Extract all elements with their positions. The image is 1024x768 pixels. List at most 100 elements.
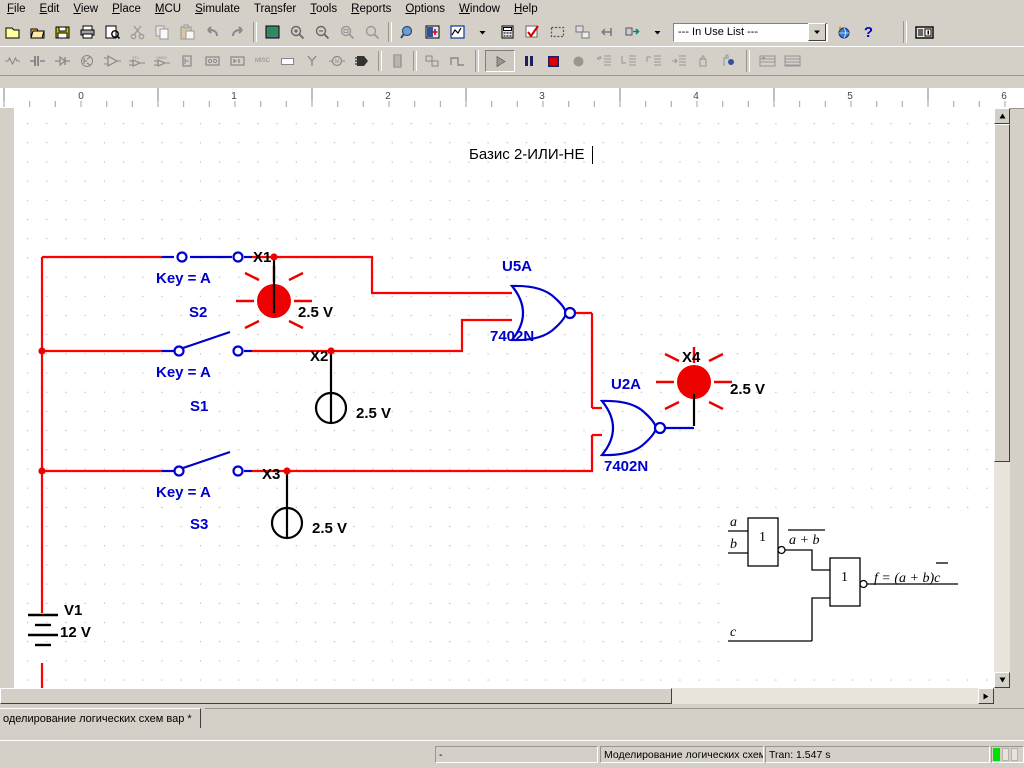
place-hierarchy-button[interactable] — [386, 50, 409, 72]
place-step-signal-button[interactable] — [446, 50, 469, 72]
scroll-up-button[interactable] — [994, 108, 1010, 124]
back-annotate-button[interactable] — [571, 21, 594, 43]
memory-view-button[interactable] — [913, 21, 936, 43]
place-rf-button[interactable] — [301, 50, 324, 72]
new-file-button[interactable] — [1, 21, 24, 43]
zoom-area-button[interactable] — [336, 21, 359, 43]
run-to-cursor-button[interactable] — [667, 50, 690, 72]
print-button[interactable] — [76, 21, 99, 43]
tab-label: оделирование логических схем вар * — [3, 713, 192, 725]
globe-button[interactable] — [832, 21, 855, 43]
menu-item-tools[interactable]: Tools — [303, 2, 344, 16]
paste-button[interactable] — [176, 21, 199, 43]
find-button[interactable] — [396, 21, 419, 43]
in-use-list-combo[interactable]: --- In Use List --- — [673, 23, 828, 42]
erc-button[interactable] — [521, 21, 544, 43]
toggle-breakpoint-button[interactable] — [717, 50, 740, 72]
place-bus-button[interactable] — [421, 50, 444, 72]
step-into-button[interactable] — [592, 50, 615, 72]
memory-window-button[interactable] — [781, 50, 804, 72]
place-diode-button[interactable] — [51, 50, 74, 72]
place-source-button[interactable] — [1, 50, 24, 72]
horizontal-scrollbar[interactable] — [0, 688, 994, 704]
hscroll-thumb[interactable] — [0, 688, 672, 704]
vertical-scrollbar[interactable] — [994, 108, 1010, 688]
zoom-out-button[interactable] — [311, 21, 334, 43]
full-screen-button[interactable] — [261, 21, 284, 43]
place-transistor-button[interactable] — [76, 50, 99, 72]
open-file-button[interactable] — [26, 21, 49, 43]
zoom-fit-button[interactable] — [361, 21, 384, 43]
grapher-dropdown-arrow[interactable] — [471, 21, 494, 43]
menu-item-reports[interactable]: Reports — [344, 2, 398, 16]
zoom-in-button[interactable] — [286, 21, 309, 43]
place-misc-button[interactable] — [276, 50, 299, 72]
place-misc-digital-button[interactable] — [176, 50, 199, 72]
cut-button[interactable] — [126, 21, 149, 43]
pause-simulation-button[interactable] — [517, 50, 540, 72]
inset-diagram-svg: a b c a + b f = (a + b)c 1 1 — [720, 510, 994, 672]
schematic-canvas[interactable]: X1 2.5 V S2 Key = A X2 2.5 V S1 Key = A … — [14, 108, 994, 688]
menu-item-view[interactable]: View — [66, 2, 105, 16]
pause-at-button[interactable] — [692, 50, 715, 72]
toolbar-separator-6 — [475, 50, 479, 72]
capture-area-button[interactable] — [546, 21, 569, 43]
menu-item-transfer[interactable]: Transfer — [247, 2, 303, 16]
tab-strip-background — [205, 708, 1024, 729]
inset-output: f = (a + b)c — [874, 571, 941, 586]
status-left-text: - — [439, 749, 443, 761]
place-electromechanical-button[interactable]: M — [326, 50, 349, 72]
status-document-field: Моделирование логических схем в — [600, 746, 764, 763]
menu-item-simulate[interactable]: Simulate — [188, 2, 247, 16]
menu-item-file[interactable]: File — [0, 2, 33, 16]
place-mcu-button[interactable] — [351, 50, 374, 72]
main-toolbar: --- In Use List --- ? — [0, 18, 1024, 47]
grapher-button[interactable] — [446, 21, 469, 43]
in-use-dropdown-arrow[interactable] — [646, 21, 669, 43]
toolbar-separator-2 — [388, 22, 392, 42]
schematic-title-text[interactable]: Базис 2-ИЛИ-НЕ — [469, 146, 585, 163]
label-X1: X1 — [253, 249, 271, 266]
step-out-button[interactable] — [642, 50, 665, 72]
menu-item-place[interactable]: Place — [105, 2, 148, 16]
menu-item-help[interactable]: Help — [507, 2, 545, 16]
undo-button[interactable] — [201, 21, 224, 43]
place-analog-button[interactable] — [101, 50, 124, 72]
chevron-down-icon[interactable] — [808, 23, 826, 41]
tab-active-document[interactable]: оделирование логических схем вар * — [0, 708, 201, 728]
step-over-button[interactable] — [617, 50, 640, 72]
label-X4-value: 2.5 V — [730, 381, 765, 398]
menu-item-window[interactable]: Window — [452, 2, 507, 16]
redo-button[interactable] — [226, 21, 249, 43]
save-file-button[interactable] — [51, 21, 74, 43]
inset-input-c: c — [730, 625, 737, 640]
scroll-right-button[interactable] — [978, 688, 994, 704]
mcu-windows-button[interactable] — [756, 50, 779, 72]
switch-S3 — [183, 452, 230, 468]
vscroll-thumb[interactable] — [994, 124, 1010, 462]
print-preview-button[interactable] — [101, 21, 124, 43]
forward-annotate-button[interactable] — [596, 21, 619, 43]
place-indicator-button[interactable] — [226, 50, 249, 72]
menu-item-options[interactable]: Options — [398, 2, 452, 16]
run-simulation-button[interactable] — [485, 50, 515, 72]
label-X4: X4 — [682, 349, 700, 366]
label-U5A: U5A — [502, 258, 532, 275]
help-button[interactable]: ? — [857, 21, 880, 43]
stop-simulation-button[interactable] — [542, 50, 565, 72]
place-mixed-button[interactable] — [201, 50, 224, 72]
postprocessor-button[interactable] — [496, 21, 519, 43]
place-power-button[interactable]: MISC — [251, 50, 274, 72]
inset-gate1-symbol: 1 — [759, 530, 766, 545]
new-part-button[interactable] — [421, 21, 444, 43]
place-cmos-button[interactable]: CMOS — [151, 50, 174, 72]
scroll-down-button[interactable] — [994, 672, 1010, 688]
menu-item-edit[interactable]: Edit — [33, 2, 67, 16]
menu-item-mcu[interactable]: MCU — [148, 2, 188, 16]
place-basic-button[interactable] — [26, 50, 49, 72]
label-X2-value: 2.5 V — [356, 405, 391, 422]
in-use-icon-button[interactable] — [621, 21, 644, 43]
place-ttl-button[interactable]: TTL — [126, 50, 149, 72]
record-button[interactable] — [567, 50, 590, 72]
copy-button[interactable] — [151, 21, 174, 43]
